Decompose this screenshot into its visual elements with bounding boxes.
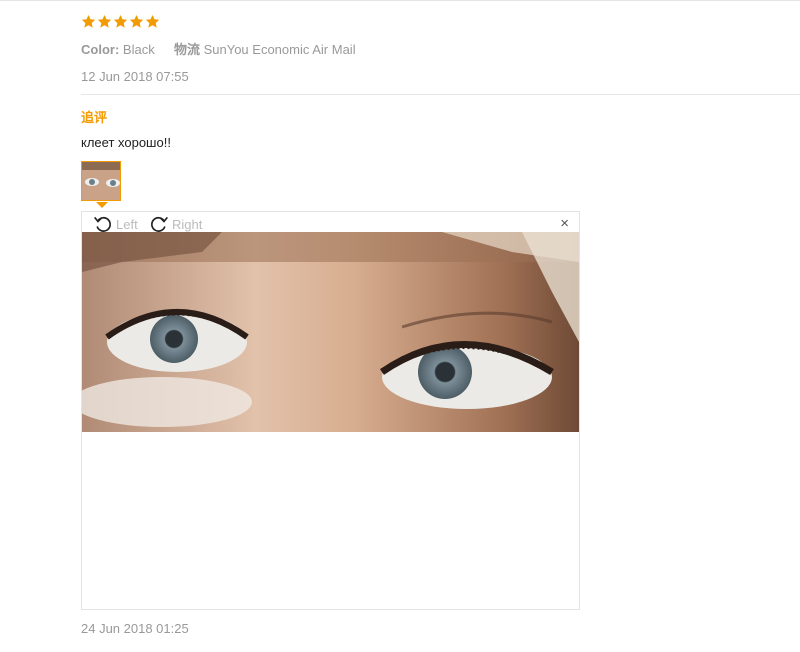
image-viewer: Left Right × <box>81 211 580 610</box>
review-date: 12 Jun 2018 07:55 <box>81 69 189 84</box>
review-photo <box>82 232 579 432</box>
followup-date: 24 Jun 2018 01:25 <box>81 621 189 636</box>
color-label: Color: <box>81 42 120 57</box>
rotate-left-icon <box>94 216 111 232</box>
shipping-value: SunYou Economic Air Mail <box>203 42 356 57</box>
thumbnail-image <box>82 162 120 200</box>
close-icon[interactable]: × <box>560 216 569 232</box>
star-icon <box>81 14 96 28</box>
rotate-right-label: Right <box>172 216 203 232</box>
photo-thumbnail[interactable] <box>81 161 121 201</box>
star-icon <box>97 14 112 28</box>
order-attributes: Color: Black 物流 SunYou Economic Air Mail <box>81 39 356 58</box>
rotate-left-label: Left <box>116 216 138 232</box>
followup-comment: клеет хорошо!! <box>81 135 171 150</box>
rotate-left-button[interactable]: Left <box>92 214 138 234</box>
top-divider <box>0 0 800 1</box>
star-icon <box>145 14 160 28</box>
rotate-right-icon <box>151 216 168 232</box>
thumbnail-pointer <box>96 202 108 208</box>
followup-label: 追评 <box>81 110 108 125</box>
star-icon <box>113 14 128 28</box>
star-icon <box>129 14 144 28</box>
color-value: Black <box>122 42 155 57</box>
shipping-label: 物流 <box>173 42 200 57</box>
star-rating <box>81 14 160 29</box>
rotate-right-button[interactable]: Right <box>148 214 202 234</box>
section-divider <box>81 94 800 95</box>
